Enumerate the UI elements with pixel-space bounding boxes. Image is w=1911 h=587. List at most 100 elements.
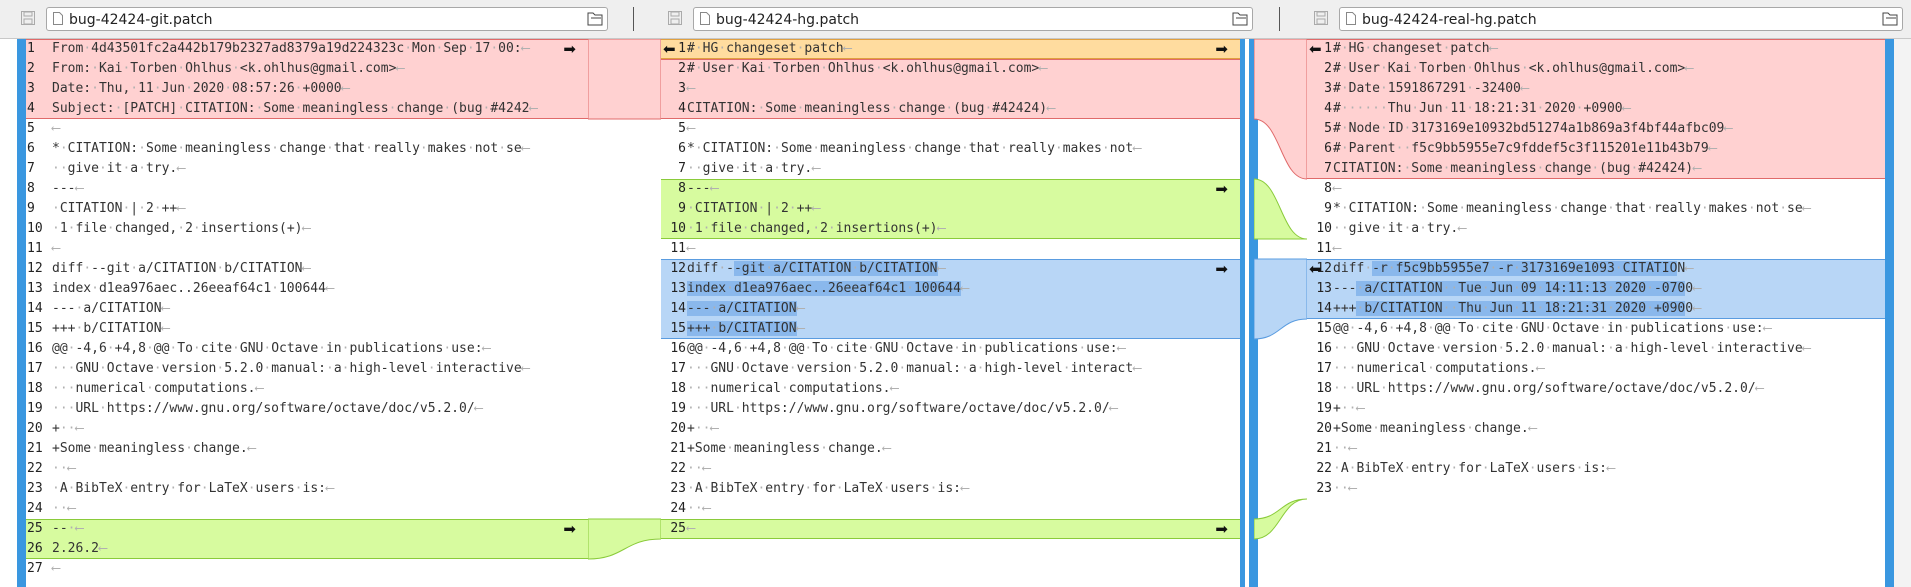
line-text[interactable]: #·Parent··f5c9bb5955e7c9fddef5c3f115201e… [1333, 139, 1717, 159]
line-text[interactable]: ⟵ [687, 119, 695, 139]
line-text[interactable]: 2.26.2⟵ [52, 539, 107, 559]
line-text[interactable]: ·CITATION·|·2·++⟵ [687, 199, 820, 219]
arrow-left-icon[interactable]: ⬅ [1309, 41, 1322, 57]
line-text[interactable]: @@·-4,6·+4,8·@@·To·cite·GNU·Octave·in·pu… [1333, 319, 1771, 339]
line-text[interactable]: ⟵ [1333, 179, 1341, 199]
line-text[interactable]: ··give·it·a·try.⟵ [1333, 219, 1466, 239]
arrow-right-icon[interactable]: ➡ [1215, 521, 1228, 537]
line-text[interactable]: ···GNU·Octave·version·5.2.0·manual:·a·hi… [1333, 339, 1811, 359]
line-text[interactable]: +++·b/CITATION··Thu·Jun·11·18:21:31·2020… [1333, 299, 1701, 319]
line-text[interactable]: +++·b/CITATION⟵ [52, 319, 169, 339]
line-text[interactable]: ··⟵ [687, 499, 710, 519]
line-text[interactable]: ··⟵ [52, 499, 75, 519]
line-text[interactable]: ⟵ [687, 239, 695, 259]
line-text[interactable]: CITATION:·Some·meaningless·change·(bug·#… [1333, 159, 1701, 179]
line-text[interactable]: ---·a/CITATION··Tue·Jun·09·14:11:13·2020… [1333, 279, 1701, 299]
line-text[interactable]: index·d1ea976aec..26eeaf64c1·100644⟵ [52, 279, 334, 299]
line-text[interactable]: *·CITATION:·Some·meaningless·change·that… [52, 139, 530, 159]
line-text[interactable]: ···numerical·computations.⟵ [52, 379, 263, 399]
line-text[interactable]: ·A·BibTeX·entry·for·LaTeX·users·is:⟵ [52, 479, 334, 499]
line-text[interactable]: ⟵ [1333, 239, 1341, 259]
folder-open-icon[interactable] [587, 12, 603, 26]
line-text[interactable]: #·Node·ID·3173169e10932bd51274a1b869a3f4… [1333, 119, 1732, 139]
folder-open-icon[interactable] [1882, 12, 1898, 26]
line-text[interactable]: Date:·Thu,·11·Jun·2020·08:57:26·+0000⟵ [52, 79, 349, 99]
line-text[interactable]: #·User·Kai·Torben·Ohlhus·<k.ohlhus@gmail… [1333, 59, 1693, 79]
line-text[interactable]: +Some·meaningless·change.⟵ [52, 439, 256, 459]
line-text[interactable]: ··give·it·a·try.⟵ [52, 159, 185, 179]
line-text[interactable]: +++·b/CITATION⟵ [687, 319, 804, 339]
save-icon[interactable] [667, 10, 683, 26]
line-text[interactable]: ---⟵ [687, 179, 718, 199]
line-text[interactable]: diff·--git·a/CITATION·b/CITATION⟵ [687, 259, 945, 279]
line-text[interactable]: ⟵ [52, 559, 60, 579]
line-text[interactable]: ---⟵ [52, 179, 83, 199]
line-text[interactable]: #·User·Kai·Torben·Ohlhus·<k.ohlhus@gmail… [687, 59, 1047, 79]
line-text[interactable]: ···numerical·computations.⟵ [1333, 359, 1544, 379]
line-text[interactable]: @@·-4,6·+4,8·@@·To·cite·GNU·Octave·in·pu… [52, 339, 490, 359]
line-text[interactable]: #·HG·changeset·patch⟵ [1333, 39, 1497, 59]
line-text[interactable]: #·HG·changeset·patch⟵ [687, 39, 851, 59]
line-text[interactable]: ---·a/CITATION⟵ [687, 299, 804, 319]
line-text[interactable]: ··⟵ [1333, 479, 1356, 499]
arrow-right-icon[interactable]: ➡ [1215, 41, 1228, 57]
line-text[interactable]: @@·-4,6·+4,8·@@·To·cite·GNU·Octave·in·pu… [687, 339, 1125, 359]
line-text[interactable]: index·d1ea976aec..26eeaf64c1·100644⟵ [687, 279, 969, 299]
line-text[interactable]: CITATION:·Some·meaningless·change·(bug·#… [687, 99, 1055, 119]
diff-pane-right[interactable]: 1 #·HG·changeset·patch⟵ 2 #·User·Kai·Torben… [1307, 39, 1885, 587]
line-text[interactable]: ⟵ [687, 79, 695, 99]
line-text[interactable]: +Some·meaningless·change.⟵ [1333, 419, 1537, 439]
line-text[interactable]: #·Date·1591867291·-32400⟵ [1333, 79, 1529, 99]
line-text[interactable]: ·1·file·changed,·2·insertions(+)⟵ [687, 219, 945, 239]
arrow-left-icon[interactable]: ⬅ [663, 41, 676, 57]
line-text[interactable]: ···GNU·Octave·version·5.2.0·manual:·a·hi… [687, 359, 1141, 379]
line-text[interactable]: ···URL·https://www.gnu.org/software/octa… [687, 399, 1117, 419]
diff-link-map-left[interactable] [588, 39, 661, 587]
line-text[interactable]: +Some·meaningless·change.⟵ [687, 439, 891, 459]
save-icon[interactable] [1313, 10, 1329, 26]
chunk-map-left[interactable] [17, 39, 26, 587]
file-path-box-left[interactable]: bug-42424-git.patch [46, 7, 608, 31]
chunk-map-right[interactable] [1885, 39, 1894, 587]
line-text[interactable]: ---·a/CITATION⟵ [52, 299, 169, 319]
line-text[interactable]: +··⟵ [687, 419, 718, 439]
line-text[interactable]: ⟵ [52, 239, 60, 259]
line-text[interactable]: ·A·BibTeX·entry·for·LaTeX·users·is:⟵ [687, 479, 969, 499]
diff-pane-left[interactable]: 1 From·4d43501fc2a442b179b2327ad8379a19d2… [26, 39, 588, 587]
line-text[interactable]: #······Thu·Jun·11·18:21:31·2020·+0900⟵ [1333, 99, 1630, 119]
line-text[interactable]: ⟵ [52, 119, 60, 139]
arrow-left-icon[interactable]: ⬅ [1309, 261, 1322, 277]
line-text[interactable]: +··⟵ [1333, 399, 1364, 419]
line-text[interactable]: ··⟵ [687, 459, 710, 479]
line-text[interactable]: ···GNU·Octave·version·5.2.0·manual:·a·hi… [52, 359, 530, 379]
line-text[interactable]: ·1·file·changed,·2·insertions(+)⟵ [52, 219, 310, 239]
file-path-box-middle[interactable]: bug-42424-hg.patch [693, 7, 1253, 31]
arrow-right-icon[interactable]: ➡ [563, 41, 576, 57]
arrow-right-icon[interactable]: ➡ [1215, 181, 1228, 197]
line-text[interactable]: Subject:·[PATCH]·CITATION:·Some·meaningl… [52, 99, 537, 119]
line-text[interactable]: ··give·it·a·try.⟵ [687, 159, 820, 179]
line-text[interactable]: diff·--git·a/CITATION·b/CITATION⟵ [52, 259, 310, 279]
line-text[interactable]: --·⟵ [52, 519, 83, 539]
folder-open-icon[interactable] [1232, 12, 1248, 26]
file-path-box-right[interactable]: bug-42424-real-hg.patch [1339, 7, 1903, 31]
line-text[interactable]: +··⟵ [52, 419, 83, 439]
line-text[interactable]: diff·-r·f5c9bb5955e7·-r·3173169e1093·CIT… [1333, 259, 1693, 279]
line-text[interactable]: ⟵ [687, 519, 695, 539]
diff-link-map-right[interactable] [1254, 39, 1307, 587]
arrow-right-icon[interactable]: ➡ [563, 521, 576, 537]
line-text[interactable]: ··⟵ [52, 459, 75, 479]
line-text[interactable]: ·CITATION·|·2·++⟵ [52, 199, 185, 219]
line-text[interactable]: ···URL·https://www.gnu.org/software/octa… [1333, 379, 1763, 399]
save-icon[interactable] [20, 10, 36, 26]
line-text[interactable]: *·CITATION:·Some·meaningless·change·that… [1333, 199, 1811, 219]
line-text[interactable]: ···URL·https://www.gnu.org/software/octa… [52, 399, 482, 419]
line-text[interactable]: ·A·BibTeX·entry·for·LaTeX·users·is:⟵ [1333, 459, 1615, 479]
line-text[interactable]: From:·Kai·Torben·Ohlhus·<k.ohlhus@gmail.… [52, 59, 404, 79]
line-text[interactable]: ··⟵ [1333, 439, 1356, 459]
arrow-right-icon[interactable]: ➡ [1215, 261, 1228, 277]
line-text[interactable]: *·CITATION:·Some·meaningless·change·that… [687, 139, 1141, 159]
diff-pane-middle[interactable]: 1 #·HG·changeset·patch⟵ 2 #·User·Kai·Torben… [661, 39, 1240, 587]
line-text[interactable]: From·4d43501fc2a442b179b2327ad8379a19d22… [52, 39, 529, 59]
line-text[interactable]: ···numerical·computations.⟵ [687, 379, 898, 399]
